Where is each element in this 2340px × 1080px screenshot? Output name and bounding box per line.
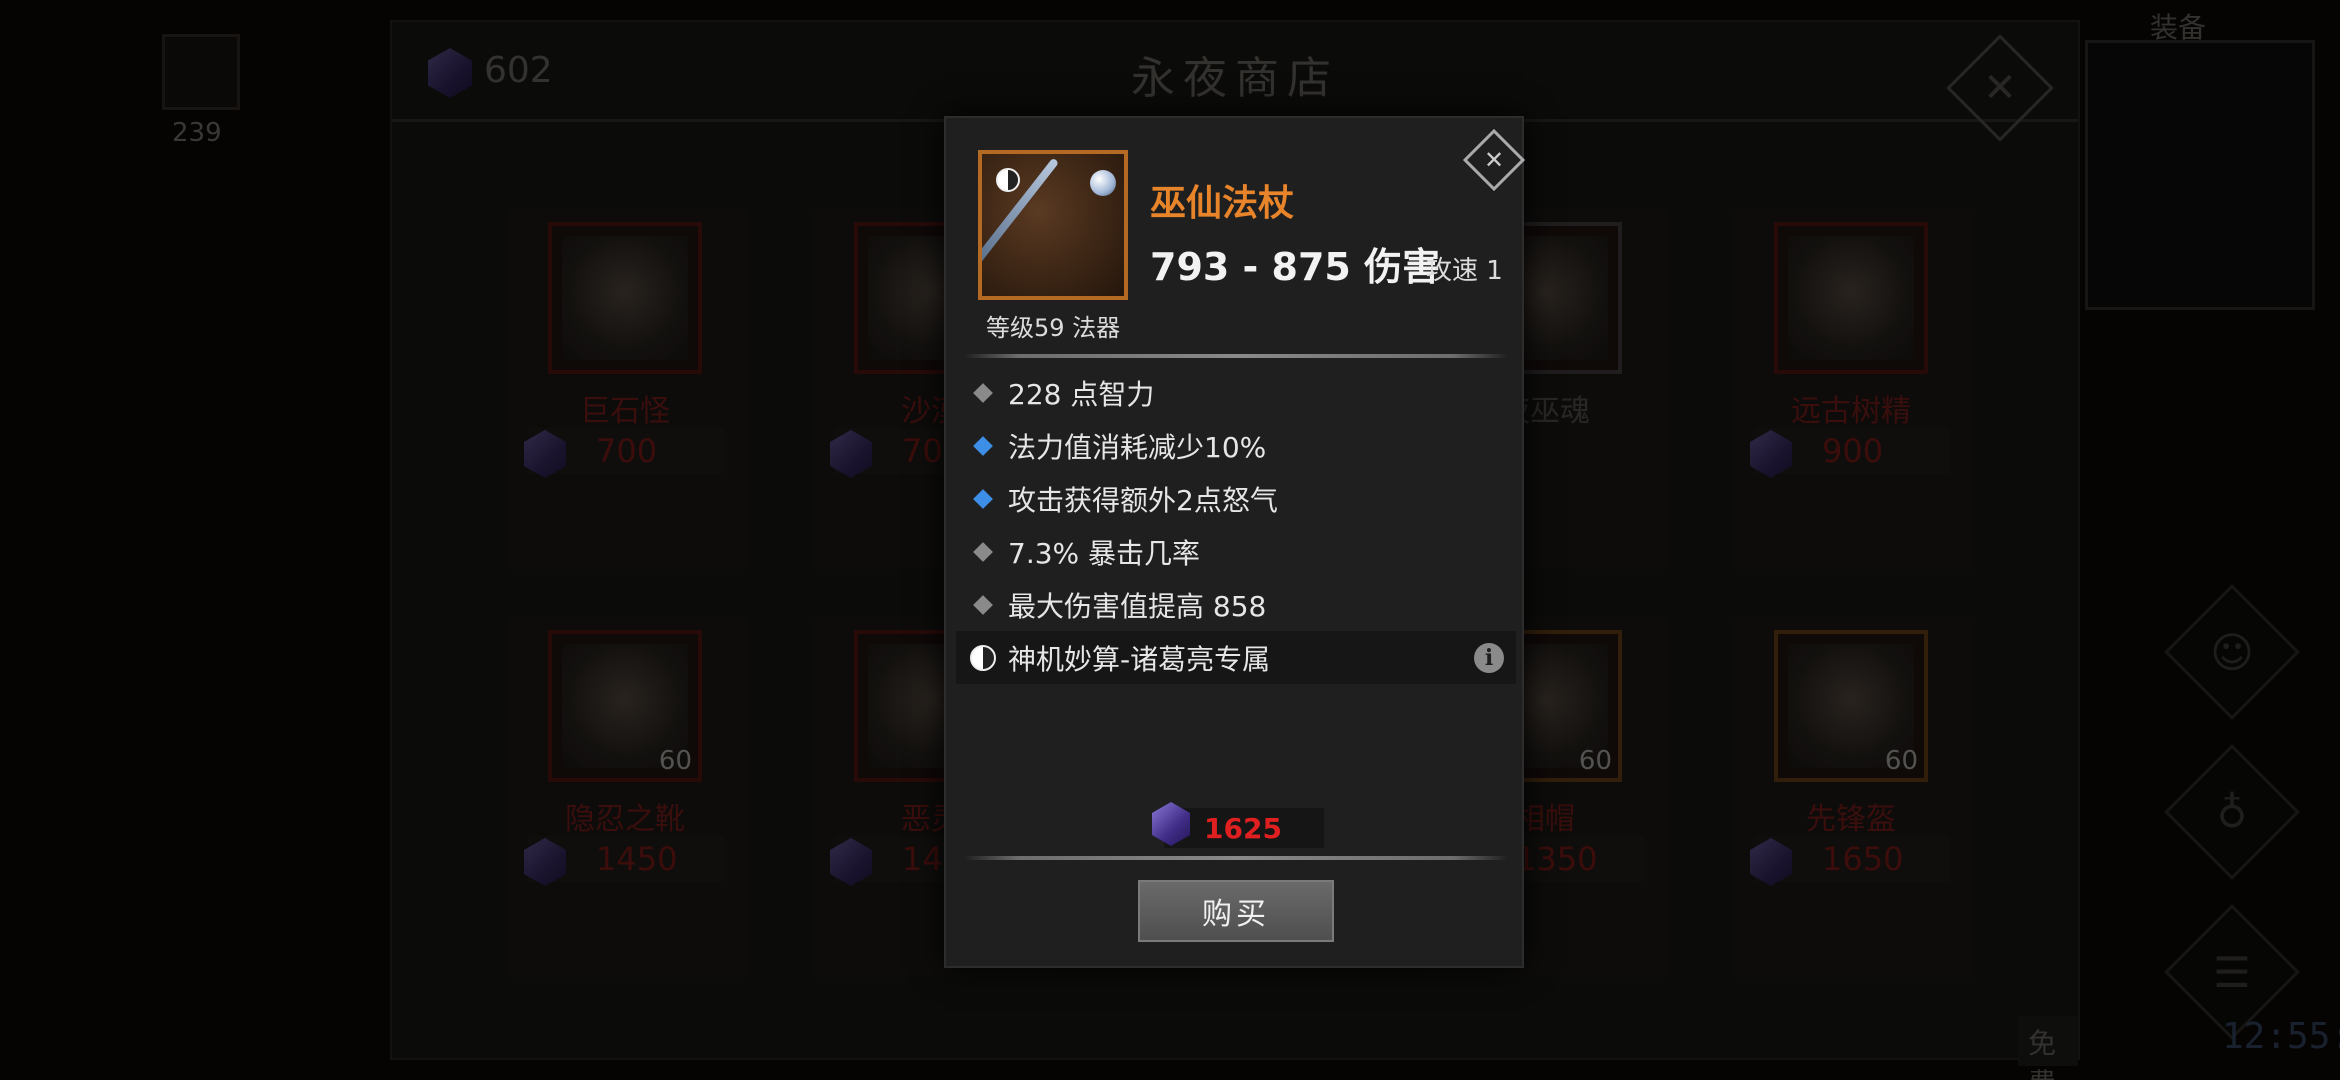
stat-row: 攻击获得额外2点怒气 <box>956 472 1516 525</box>
divider <box>964 856 1508 860</box>
close-icon: ✕ <box>1483 146 1505 174</box>
item-stats: 228 点智力 法力值消耗减少10% 攻击获得额外2点怒气 7.3% 暴击几率 … <box>956 366 1516 684</box>
gem-icon <box>1152 802 1190 846</box>
stat-text: 228 点智力 <box>1008 377 1155 411</box>
stat-text: 攻击获得额外2点怒气 <box>1008 483 1278 517</box>
item-name: 巫仙法杖 <box>1150 183 1295 224</box>
staff-orb <box>1090 170 1116 196</box>
yin-yang-icon <box>996 168 1020 192</box>
item-attack-speed: 攻速 1 <box>1426 256 1503 286</box>
diamond-icon <box>973 382 993 403</box>
item-damage: 793 - 875 伤害 <box>1150 245 1441 289</box>
diamond-icon <box>973 488 993 509</box>
diamond-icon <box>973 435 993 456</box>
stat-row: 228 点智力 <box>956 366 1516 419</box>
stat-text: 法力值消耗减少10% <box>1008 430 1267 464</box>
stat-text: 最大伤害值提高 858 <box>1008 589 1267 623</box>
yin-yang-icon <box>970 644 996 671</box>
diamond-icon <box>973 594 993 615</box>
special-effect-text: 神机妙算-诸葛亮专属 <box>1008 642 1271 676</box>
price-box: 1625 <box>1152 802 1324 848</box>
stat-row: 7.3% 暴击几率 <box>956 525 1516 578</box>
popup-close-button[interactable]: ✕ <box>1462 128 1526 192</box>
special-effect-row[interactable]: 神机妙算-诸葛亮专属 i <box>956 631 1516 684</box>
item-level-type: 等级59 法器 <box>986 314 1121 342</box>
item-icon-frame <box>978 150 1128 300</box>
stat-row: 法力值消耗减少10% <box>956 419 1516 472</box>
buy-button[interactable]: 购买 <box>1138 880 1334 942</box>
stat-text: 7.3% 暴击几率 <box>1008 536 1201 570</box>
info-icon[interactable]: i <box>1474 643 1504 673</box>
stat-row: 最大伤害值提高 858 <box>956 578 1516 631</box>
item-detail-popup: ✕ 等级59 法器 巫仙法杖 793 - 875 伤害 攻速 1 228 点智力… <box>944 116 1526 968</box>
diamond-icon <box>973 541 993 562</box>
divider <box>964 354 1508 358</box>
price-value: 1625 <box>1204 812 1282 845</box>
